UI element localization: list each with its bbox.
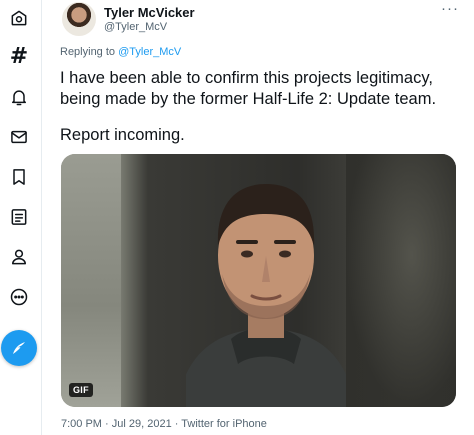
explore-icon[interactable] (6, 5, 32, 31)
gif-person-figure (186, 184, 346, 407)
tweet-text-line: I have been able to confirm this project… (60, 69, 433, 87)
compose-tweet-icon (13, 342, 25, 354)
tweet-meta: 7:00 PM · Jul 29, 2021 · Twitter for iPh… (61, 418, 267, 430)
replying-to-handle-link[interactable]: @Tyler_McV (118, 46, 181, 58)
hashtag-icon[interactable]: # (6, 44, 32, 70)
replying-to-line: Replying to @Tyler_McV (60, 46, 181, 58)
media-background-wall (61, 154, 121, 407)
more-options-icon[interactable]: ··· (441, 0, 459, 17)
tweet-source: Twitter for iPhone (181, 418, 267, 430)
tweet-text-line: Report incoming. (60, 126, 185, 144)
meta-separator: · (105, 418, 109, 430)
tweet-time[interactable]: 7:00 PM (61, 418, 102, 430)
meta-separator: · (174, 418, 179, 430)
author-handle[interactable]: @Tyler_McV (104, 21, 167, 33)
author-display-name[interactable]: Tyler McVicker (104, 5, 195, 20)
lists-icon[interactable] (6, 204, 32, 230)
tweet-media-gif[interactable]: GIF (61, 154, 456, 407)
hashtag-glyph: # (9, 44, 29, 69)
tweet-date[interactable]: Jul 29, 2021 (112, 418, 172, 430)
tweet-detail: Tyler McVicker @Tyler_McV ··· Replying t… (58, 0, 468, 435)
notifications-bell-icon[interactable] (6, 84, 32, 110)
replying-to-label: Replying to (60, 46, 116, 58)
tweet-text-line: being made by the former Half-Life 2: Up… (60, 90, 437, 108)
bookmark-icon[interactable] (6, 164, 32, 190)
avatar[interactable] (62, 2, 96, 36)
messages-mail-icon[interactable] (6, 124, 32, 150)
more-circle-icon[interactable] (6, 284, 32, 310)
compose-tweet-button[interactable] (1, 330, 37, 366)
gif-badge: GIF (69, 383, 93, 397)
media-background-shadow (346, 154, 456, 407)
profile-user-icon[interactable] (6, 244, 32, 270)
sidebar-nav: # (0, 0, 42, 435)
tweet-text: I have been able to confirm this project… (60, 68, 465, 146)
